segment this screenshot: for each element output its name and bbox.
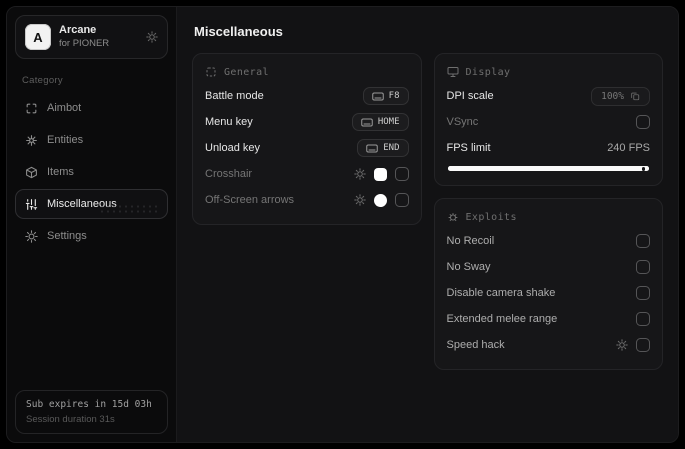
setting-row-no-recoil: No Recoil: [446, 228, 650, 254]
scan-icon: [25, 102, 38, 115]
exploits-panel: Exploits No Recoil No Sway Disable camer…: [433, 198, 663, 370]
sidebar-item-aimbot[interactable]: Aimbot: [15, 93, 168, 123]
setting-label: Off-Screen arrows: [205, 194, 295, 206]
page-title: Miscellaneous: [194, 24, 283, 39]
setting-label: DPI scale: [446, 90, 494, 102]
sliders-icon: [25, 198, 38, 211]
monitor-icon: [447, 66, 459, 78]
setting-row-offscreen-arrows: Off-Screen arrows: [205, 187, 409, 213]
setting-label: Disable camera shake: [446, 287, 556, 299]
subscription-card: Sub expires in 15d 03h Session duration …: [15, 390, 168, 434]
main-content: Miscellaneous General Battle mode F8 Men…: [177, 7, 678, 442]
gear-icon[interactable]: [616, 339, 628, 351]
sidebar-item-items[interactable]: Items: [15, 157, 168, 187]
category-label: Category: [22, 75, 63, 86]
app-name: Arcane: [59, 24, 97, 37]
extended-melee-range-checkbox[interactable]: [636, 312, 650, 326]
sidebar-item-label: Aimbot: [47, 102, 82, 114]
app-window: A Arcane for PIONER Category Aimbot Enti…: [6, 6, 679, 443]
vsync-checkbox[interactable]: [636, 115, 650, 129]
sidebar-item-settings[interactable]: Settings: [15, 221, 168, 251]
setting-label: Crosshair: [205, 168, 253, 180]
app-subtitle: for PIONER: [59, 37, 110, 49]
fps-limit-value: 240 FPS: [607, 142, 650, 154]
setting-label: No Sway: [446, 261, 491, 273]
sidebar-item-label: Entities: [47, 134, 84, 146]
setting-row-extended-melee-range: Extended melee range: [446, 306, 650, 332]
setting-label: Speed hack: [446, 339, 505, 351]
setting-row-battle-mode: Battle mode F8: [205, 83, 409, 109]
keybind-button[interactable]: F8: [362, 87, 409, 105]
sidebar-item-entities[interactable]: Entities: [15, 125, 168, 155]
setting-label: Extended melee range: [446, 313, 558, 325]
keybind-button[interactable]: END: [357, 139, 409, 157]
general-panel: General Battle mode F8 Menu key HOME Unl…: [192, 53, 422, 225]
setting-label: Unload key: [205, 142, 261, 154]
sidebar-item-label: Items: [47, 166, 74, 178]
disable-camera-shake-checkbox[interactable]: [636, 286, 650, 300]
sidebar-item-label: Settings: [47, 230, 87, 242]
gear-icon: [25, 229, 38, 243]
gear-icon[interactable]: [146, 31, 158, 43]
setting-row-vsync: VSync: [446, 109, 650, 135]
gear-icon[interactable]: [353, 194, 366, 206]
app-logo: A: [25, 24, 51, 50]
setting-label: VSync: [446, 116, 479, 128]
setting-label: FPS limit: [446, 142, 491, 154]
color-swatch[interactable]: [373, 167, 387, 181]
setting-row-menu-key: Menu key HOME: [205, 109, 409, 135]
setting-row-no-sway: No Sway: [446, 254, 650, 280]
sidebar-item-label: Miscellaneous: [47, 198, 117, 210]
brand-card: A Arcane for PIONER: [15, 15, 168, 59]
virus-icon: [25, 134, 38, 147]
sidebar: A Arcane for PIONER Category Aimbot Enti…: [7, 7, 177, 442]
bug-icon: [447, 211, 459, 223]
setting-label: No Recoil: [446, 235, 495, 247]
fps-limit-slider[interactable]: [447, 166, 649, 171]
keyboard-icon: [361, 118, 373, 127]
panel-title: Exploits: [465, 211, 517, 223]
sub-expires-text: Sub expires in 15d 03h: [26, 399, 152, 410]
keybind-button[interactable]: HOME: [351, 113, 409, 131]
panel-title: General: [224, 66, 269, 78]
scale-icon: [630, 91, 640, 101]
keyboard-icon: [366, 144, 378, 153]
slider-knob[interactable]: [641, 167, 645, 171]
setting-row-speed-hack: Speed hack: [446, 332, 650, 358]
crosshair-checkbox[interactable]: [394, 167, 409, 181]
dashed-square-icon: [205, 66, 217, 78]
cube-icon: [25, 166, 38, 179]
setting-row-fps-limit: FPS limit 240 FPS: [447, 135, 651, 161]
speed-hack-checkbox[interactable]: [636, 338, 650, 352]
no-recoil-checkbox[interactable]: [636, 234, 650, 248]
setting-row-crosshair: Crosshair: [205, 161, 409, 187]
color-swatch[interactable]: [373, 193, 387, 207]
setting-row-unload-key: Unload key END: [205, 135, 409, 161]
offscreen-arrows-checkbox[interactable]: [394, 193, 409, 207]
setting-row-disable-camera-shake: Disable camera shake: [446, 280, 650, 306]
keyboard-icon: [371, 92, 384, 101]
sidebar-item-miscellaneous[interactable]: Miscellaneous: [15, 189, 168, 219]
gear-icon[interactable]: [353, 168, 366, 180]
setting-label: Battle mode: [205, 90, 264, 102]
session-duration-text: Session duration 31s: [26, 414, 115, 425]
display-panel: Display DPI scale 100% VSync FPS limit 2…: [433, 53, 663, 186]
setting-label: Menu key: [205, 116, 253, 128]
panel-title: Display: [465, 66, 511, 78]
setting-row-dpi-scale: DPI scale 100%: [446, 83, 650, 109]
dpi-scale-select[interactable]: 100%: [591, 86, 650, 106]
no-sway-checkbox[interactable]: [636, 260, 650, 274]
